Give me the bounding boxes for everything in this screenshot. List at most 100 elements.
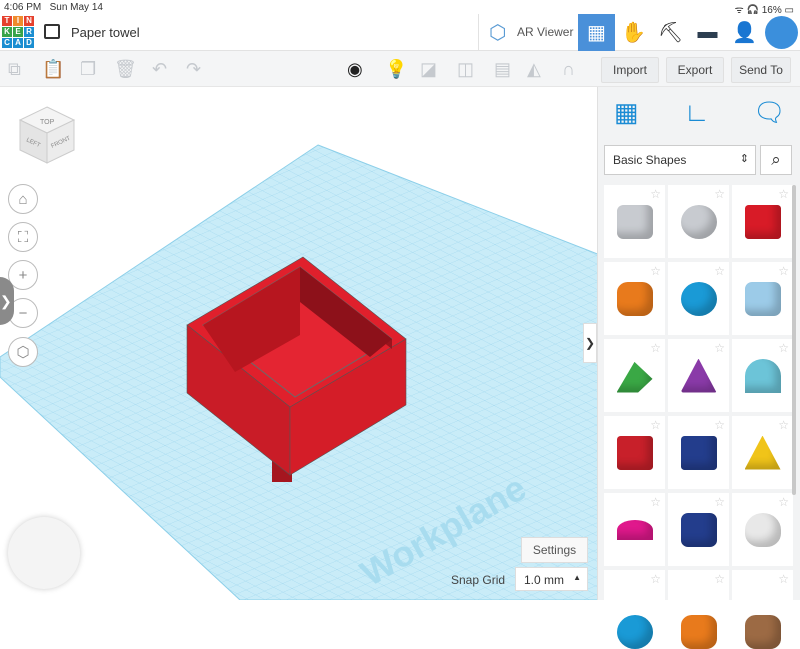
- shape-item[interactable]: ☆: [732, 262, 793, 335]
- redo-icon[interactable]: ↷: [186, 59, 201, 80]
- search-icon: ⌕: [771, 150, 781, 169]
- grid-icon: ▦: [587, 22, 606, 44]
- invite-user-button[interactable]: 👤: [726, 14, 763, 51]
- design-list-icon[interactable]: [44, 24, 60, 39]
- panel-scrollbar[interactable]: [792, 185, 796, 495]
- collapse-panel-button[interactable]: ❯: [583, 323, 597, 363]
- shape-thumbnail: [616, 519, 653, 540]
- favorite-star-icon[interactable]: ☆: [650, 187, 661, 201]
- shape-thumbnail: [744, 614, 781, 649]
- favorite-star-icon[interactable]: ☆: [778, 264, 789, 278]
- favorite-star-icon[interactable]: ☆: [650, 418, 661, 432]
- align-icon[interactable]: ▤: [494, 59, 511, 80]
- avatar[interactable]: [763, 14, 800, 51]
- favorite-star-icon[interactable]: ☆: [714, 418, 725, 432]
- status-bar: 4:06 PM Sun May 14 ᯤ 🎧 16% ▭: [0, 0, 800, 16]
- favorite-star-icon[interactable]: ☆: [650, 341, 661, 355]
- cube-icon: ⬡: [16, 344, 30, 361]
- chevron-right-icon: ❯: [584, 336, 596, 350]
- shape-item[interactable]: ☆: [604, 262, 665, 335]
- pickaxe-icon: ⛏: [657, 22, 684, 44]
- shape-item[interactable]: ☆: [732, 185, 793, 258]
- svg-text:TOP: TOP: [40, 119, 55, 126]
- favorite-star-icon[interactable]: ☆: [650, 572, 661, 586]
- minecraft-button[interactable]: ⛏: [652, 14, 689, 51]
- orbit-joystick[interactable]: [8, 517, 80, 589]
- search-button[interactable]: ⌕: [760, 145, 792, 175]
- snap-grid-select[interactable]: 1.0 mm ▲: [515, 567, 588, 591]
- paste-icon[interactable]: 📋: [42, 59, 64, 80]
- duplicate-icon[interactable]: ❐: [80, 59, 96, 80]
- notes-icon[interactable]: 🗨: [753, 97, 786, 128]
- shape-item[interactable]: ☆: [732, 416, 793, 489]
- shape-item[interactable]: ☆: [668, 570, 729, 649]
- ungroup-icon[interactable]: ◫: [457, 59, 474, 80]
- fit-view-button[interactable]: ⛶: [8, 222, 38, 252]
- settings-button[interactable]: Settings: [521, 537, 588, 563]
- lego-button[interactable]: ▬: [689, 14, 726, 51]
- delete-icon[interactable]: 🗑: [114, 59, 137, 80]
- light-bulb-icon[interactable]: 💡: [385, 59, 407, 80]
- shape-category-select[interactable]: Basic Shapes ⇕: [604, 145, 756, 175]
- shape-item[interactable]: ☆: [668, 493, 729, 566]
- favorite-star-icon[interactable]: ☆: [650, 264, 661, 278]
- shape-thumbnail: [680, 435, 717, 470]
- shape-thumbnail: [680, 614, 717, 649]
- projection-button[interactable]: ⬡: [8, 337, 38, 367]
- workplane-tool-icon[interactable]: ▦: [614, 97, 639, 128]
- shape-thumbnail: [744, 512, 781, 547]
- send-to-button[interactable]: Send To: [731, 57, 791, 83]
- chevron-right-icon: ❯: [0, 293, 12, 309]
- snap-grid-label: Snap Grid: [451, 573, 506, 587]
- design-title[interactable]: Paper towel: [71, 25, 140, 40]
- brick-icon: ▬: [697, 21, 718, 43]
- status-time: 4:06 PM Sun May 14: [4, 2, 103, 13]
- shape-thumbnail: [616, 435, 653, 470]
- favorite-star-icon[interactable]: ☆: [714, 187, 725, 201]
- export-button[interactable]: Export: [666, 57, 724, 83]
- copy-icon[interactable]: ⧉: [8, 59, 21, 80]
- workplane-scene[interactable]: Workplane: [0, 87, 597, 600]
- favorite-star-icon[interactable]: ☆: [714, 264, 725, 278]
- left-drawer-handle[interactable]: ❯: [0, 277, 14, 325]
- favorite-star-icon[interactable]: ☆: [714, 495, 725, 509]
- shape-item[interactable]: ☆: [604, 570, 665, 649]
- shape-thumbnail: [680, 204, 717, 239]
- shape-item[interactable]: ☆: [732, 339, 793, 412]
- shape-item[interactable]: ☆: [668, 416, 729, 489]
- home-view-button[interactable]: ⌂: [8, 184, 38, 214]
- mirror-icon[interactable]: ◭: [527, 59, 541, 80]
- shape-item[interactable]: ☆: [668, 262, 729, 335]
- favorite-star-icon[interactable]: ☆: [714, 341, 725, 355]
- favorite-star-icon[interactable]: ☆: [778, 418, 789, 432]
- shape-item[interactable]: ☆: [732, 570, 793, 649]
- shape-item[interactable]: ☆: [732, 493, 793, 566]
- favorite-star-icon[interactable]: ☆: [650, 495, 661, 509]
- view-cube[interactable]: TOP FRONT LEFT: [16, 103, 78, 165]
- favorite-star-icon[interactable]: ☆: [778, 187, 789, 201]
- favorite-star-icon[interactable]: ☆: [778, 341, 789, 355]
- favorite-star-icon[interactable]: ☆: [714, 572, 725, 586]
- shape-item[interactable]: ☆: [604, 493, 665, 566]
- shape-item[interactable]: ☆: [604, 339, 665, 412]
- show-all-icon[interactable]: ◉: [347, 59, 363, 80]
- 3d-design-view-button[interactable]: ▦: [578, 14, 615, 51]
- 3d-canvas[interactable]: Workplane TOP FRONT LEFT ⌂ ⛶ + − ⬡ ❯ ❯ Set…: [0, 87, 597, 600]
- shape-item[interactable]: ☆: [668, 339, 729, 412]
- import-button[interactable]: Import: [601, 57, 659, 83]
- blocks-button[interactable]: ✋: [615, 14, 652, 51]
- undo-icon[interactable]: ↶: [152, 59, 167, 80]
- shape-item[interactable]: ☆: [604, 416, 665, 489]
- shape-item[interactable]: ☆: [604, 185, 665, 258]
- ar-cube-icon: ⬡: [489, 22, 507, 44]
- shape-item[interactable]: ☆: [668, 185, 729, 258]
- group-icon[interactable]: ◪: [420, 59, 437, 80]
- tinkercad-logo[interactable]: TIN KER CAD: [2, 16, 34, 48]
- favorite-star-icon[interactable]: ☆: [778, 572, 789, 586]
- ar-viewer-button[interactable]: ⬡ AR Viewer: [478, 14, 578, 51]
- magnet-icon[interactable]: ∩: [562, 59, 575, 80]
- favorite-star-icon[interactable]: ☆: [778, 495, 789, 509]
- shape-thumbnail: [680, 512, 717, 547]
- ruler-icon[interactable]: ∟: [684, 97, 709, 128]
- shape-thumbnail: [680, 358, 717, 393]
